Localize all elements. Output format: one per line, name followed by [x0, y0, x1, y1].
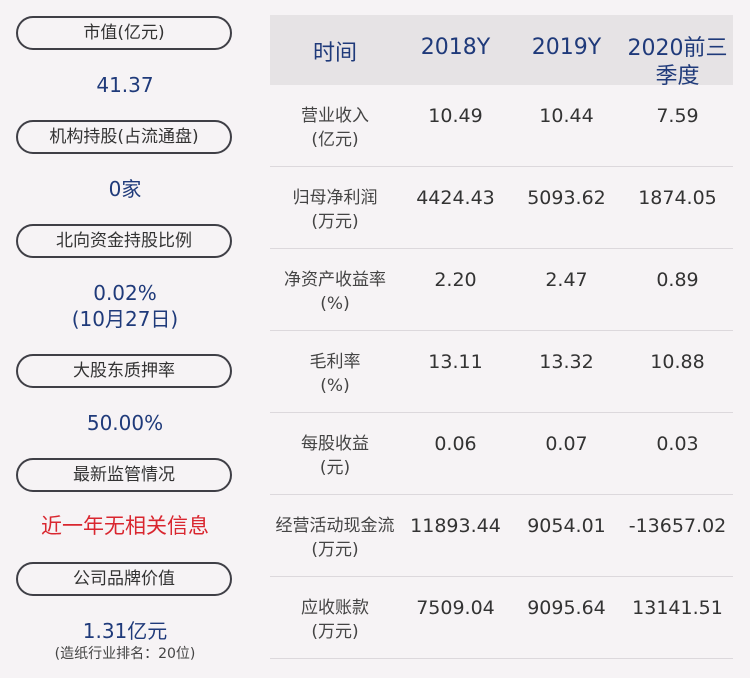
row-name: 每股收益 [301, 434, 369, 454]
header-2020q3: 2020前三季度 [627, 36, 728, 89]
financial-table: 时间 2018Y 2019Y 2020前三季度 营业收入 (亿元) 10.49 1… [270, 15, 733, 659]
table-header: 时间 2018Y 2019Y 2020前三季度 [270, 15, 733, 89]
row-unit: (亿元) [311, 130, 359, 150]
market-cap-value: 41.37 [96, 73, 154, 97]
row-label: 毛利率 (%) [270, 350, 400, 398]
table-row: 营业收入 (亿元) 10.49 10.44 7.59 [270, 85, 733, 167]
cell-2018: 4424.43 [416, 187, 495, 209]
northbound-ratio-value: 0.02% [93, 281, 157, 305]
left-panel: 市值(亿元) 41.37 机构持股(占流通盘) 0家 北向资金持股比例 0.02… [0, 0, 250, 678]
cell-2018: 7509.04 [416, 597, 495, 619]
market-cap-label: 市值(亿元) [16, 16, 232, 50]
row-unit: (万元) [311, 622, 359, 642]
row-unit: (%) [320, 294, 350, 314]
table-row: 毛利率 (%) 13.11 13.32 10.88 [270, 331, 733, 413]
cell-2019: 0.07 [545, 433, 588, 455]
row-name: 营业收入 [301, 106, 369, 126]
cell-2020: -13657.02 [628, 515, 727, 537]
northbound-ratio-date: (10月27日) [71, 307, 179, 331]
northbound-ratio-label: 北向资金持股比例 [16, 224, 232, 258]
row-label: 归母净利润 (万元) [270, 186, 400, 234]
cell-2018: 0.06 [434, 433, 477, 455]
cell-2020: 0.03 [656, 433, 699, 455]
table-row: 每股收益 (元) 0.06 0.07 0.03 [270, 413, 733, 495]
cell-2018: 10.49 [428, 105, 483, 127]
table-row: 经营活动现金流 (万元) 11893.44 9054.01 -13657.02 [270, 495, 733, 577]
brand-rank-note: (造纸行业排名：20位) [54, 646, 196, 662]
cell-2019: 5093.62 [527, 187, 606, 209]
row-label: 经营活动现金流 (万元) [270, 514, 400, 562]
row-label: 应收账款 (万元) [270, 596, 400, 644]
header-time: 时间 [312, 41, 357, 66]
institution-holding-value: 0家 [108, 177, 142, 201]
row-label: 每股收益 (元) [270, 432, 400, 480]
cell-2019: 10.44 [539, 105, 594, 127]
cell-2018: 2.20 [434, 269, 477, 291]
pledge-rate-value: 50.00% [86, 411, 164, 435]
row-name: 毛利率 [309, 352, 361, 372]
row-unit: (万元) [311, 540, 359, 560]
regulation-value: 近一年无相关信息 [41, 514, 209, 538]
table-row: 应收账款 (万元) 7509.04 9095.64 13141.51 [270, 577, 733, 659]
cell-2020: 13141.51 [632, 597, 723, 619]
regulation-label: 最新监管情况 [16, 458, 232, 492]
row-name: 归母净利润 [292, 188, 378, 208]
cell-2020: 1874.05 [638, 187, 717, 209]
row-name: 应收账款 [301, 598, 369, 618]
row-label: 营业收入 (亿元) [270, 104, 400, 152]
cell-2020: 7.59 [656, 105, 699, 127]
cell-2019: 9095.64 [527, 597, 606, 619]
table-row: 净资产收益率 (%) 2.20 2.47 0.89 [270, 249, 733, 331]
cell-2019: 9054.01 [527, 515, 606, 537]
cell-2019: 13.32 [539, 351, 594, 373]
row-name: 净资产收益率 [284, 270, 386, 290]
brand-value-label: 公司品牌价值 [16, 562, 232, 596]
cell-2019: 2.47 [545, 269, 588, 291]
pledge-rate-label: 大股东质押率 [16, 354, 232, 388]
header-2019: 2019Y [531, 35, 602, 60]
table-row: 归母净利润 (万元) 4424.43 5093.62 1874.05 [270, 167, 733, 249]
brand-value: 1.31亿元 [82, 619, 168, 643]
institution-holding-label: 机构持股(占流通盘) [16, 120, 232, 154]
row-unit: (元) [319, 458, 351, 478]
cell-2018: 13.11 [428, 351, 483, 373]
cell-2018: 11893.44 [410, 515, 501, 537]
row-unit: (万元) [311, 212, 359, 232]
row-label: 净资产收益率 (%) [270, 268, 400, 316]
row-unit: (%) [320, 376, 350, 396]
header-2018: 2018Y [420, 35, 491, 60]
cell-2020: 10.88 [650, 351, 705, 373]
row-name: 经营活动现金流 [275, 516, 395, 536]
cell-2020: 0.89 [656, 269, 699, 291]
